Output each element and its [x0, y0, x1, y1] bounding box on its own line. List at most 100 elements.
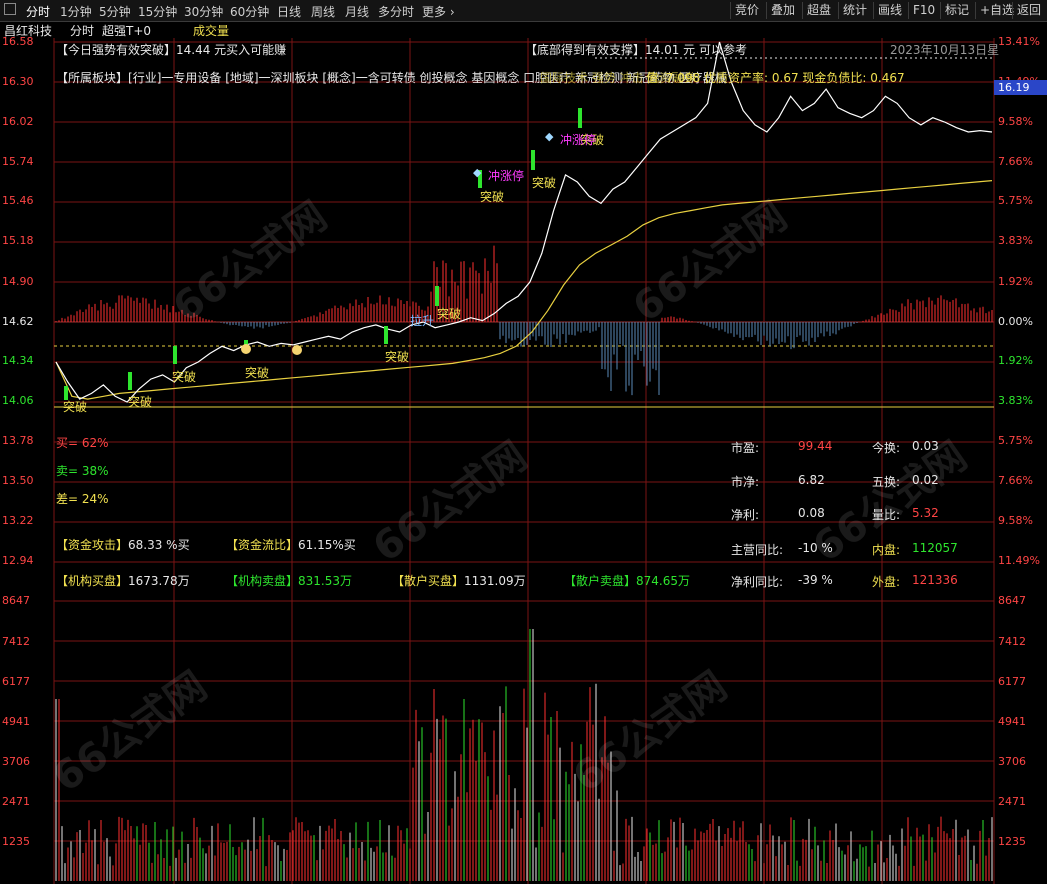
breakout-text: 14.44 元买入可能赚 [176, 43, 287, 57]
signal-breakout: 突破 [172, 370, 197, 384]
price-line [55, 41, 993, 403]
sell-strength: 卖= 38% [56, 464, 109, 478]
price-tick: 15.18 [2, 234, 34, 247]
volume-tick: 1235 [2, 835, 30, 848]
pct-tick: 7.66% [998, 474, 1033, 487]
date-label: 2023年10月13日星 [890, 43, 1000, 57]
diamond-icon: ◆ [545, 130, 554, 143]
inst-sell-label: 【机构卖盘】 [226, 574, 299, 588]
turnover5-label: 五换: [872, 475, 901, 489]
pct-tick: 5.75% [998, 194, 1033, 207]
breakout-prefix: 【今日强势有效突破】 [56, 43, 177, 57]
inner-label: 内盘: [872, 543, 901, 557]
signal-limit-up: 冲涨停 [560, 133, 597, 147]
price-tick: 14.34 [2, 354, 34, 367]
pct-tick: 13.41% [998, 35, 1040, 48]
retail-buy: 【散户买盘】1131.09万 [392, 572, 526, 589]
breakout-marker [435, 286, 439, 306]
price-tick: 14.90 [2, 275, 34, 288]
signal-marks [64, 108, 582, 400]
pct-tick: 1.92% [998, 354, 1033, 367]
turnover-value: 0.03 [912, 439, 939, 453]
volume-tick: 6177 [998, 675, 1026, 688]
volume-tick: 2471 [998, 795, 1026, 808]
breakout-marker [128, 372, 132, 390]
pe-value: 99.44 [798, 439, 833, 453]
volume-bars [55, 629, 993, 881]
volume-tick: 4941 [2, 715, 30, 728]
retail-sell-label: 【散户卖盘】 [564, 574, 637, 588]
outer-label: 外盘: [872, 575, 901, 589]
vol-ratio-label: 量比: [872, 508, 901, 522]
pct-tick: 3.83% [998, 394, 1033, 407]
buy-strength: 买= 62% [56, 436, 109, 450]
sector-prefix: 【所属板块】 [56, 71, 129, 85]
profit-value: 0.08 [798, 506, 825, 520]
support-annotation: 【底部得到有效支撑】14.01 元 可以参考 [525, 41, 747, 58]
profit-yoy-value: -39 % [798, 573, 833, 587]
inst-buy-label: 【机构买盘】 [56, 574, 129, 588]
capital-flow-value: 61.15%买 [298, 538, 356, 552]
diff-strength: 差= 24% [56, 492, 109, 506]
retail-buy-value: 1131.09万 [464, 574, 526, 588]
capital-attack-label: 【资金攻击】 [56, 538, 129, 552]
signal-breakout: 突破 [437, 307, 462, 321]
volume-tick: 6177 [2, 675, 30, 688]
signal-breakout: 突破 [480, 190, 505, 204]
profit-label: 净利: [731, 508, 760, 522]
inst-buy-value: 1673.78万 [128, 574, 190, 588]
support-text: 14.01 元 可以参考 [645, 43, 747, 57]
pct-tick: 1.92% [998, 275, 1033, 288]
volume-tick: 2471 [2, 795, 30, 808]
price-tick: 13.22 [2, 514, 34, 527]
inner-value: 112057 [912, 541, 958, 555]
turnover5-value: 0.02 [912, 473, 939, 487]
price-tick: 13.78 [2, 434, 34, 447]
price-lines [55, 41, 993, 403]
rev-yoy-label: 主营同比: [731, 543, 784, 557]
price-tick: 15.46 [2, 194, 34, 207]
signal-breakout: 突破 [63, 400, 88, 414]
price-tick: 16.30 [2, 75, 34, 88]
pct-tick: 0.00% [998, 315, 1033, 328]
volume-tick: 3706 [998, 755, 1026, 768]
pb-label: 市净: [731, 475, 760, 489]
price-tick: 16.58 [2, 35, 34, 48]
support-prefix: 【底部得到有效支撑】 [525, 43, 646, 57]
inst-sell: 【机构卖盘】831.53万 [226, 572, 352, 589]
breakout-marker [173, 346, 177, 364]
volume-tick: 3706 [2, 755, 30, 768]
capital-attack-value: 68.33 %买 [128, 538, 190, 552]
volume-tick: 7412 [2, 635, 30, 648]
diamond-icon: ◆ [473, 166, 482, 179]
pb-value: 6.82 [798, 473, 825, 487]
signal-breakout: 突破 [532, 176, 557, 190]
signal-pull-up: 拉升 [410, 314, 435, 328]
rev-yoy-value: -10 % [798, 541, 833, 555]
signal-breakout: 突破 [128, 395, 153, 409]
pct-tick: 7.66% [998, 155, 1033, 168]
price-tick: 13.50 [2, 474, 34, 487]
outer-value: 121336 [912, 573, 958, 587]
signal-limit-up: 冲涨停 [488, 169, 525, 183]
signal-breakout: 突破 [385, 350, 410, 364]
price-tick: 14.62 [2, 315, 34, 328]
coin-icon [292, 345, 302, 355]
vol-ratio-value: 5.32 [912, 506, 939, 520]
retail-sell-value: 874.65万 [636, 574, 691, 588]
volume-tick: 8647 [2, 594, 30, 607]
price-tick: 16.02 [2, 115, 34, 128]
turnover-label: 今换: [872, 441, 901, 455]
coin-icon [241, 344, 251, 354]
current-price-badge: 16.19 [994, 80, 1047, 95]
volume-tick: 8647 [998, 594, 1026, 607]
price-tick: 12.94 [2, 554, 34, 567]
price-tick: 14.06 [2, 394, 34, 407]
volume-tick: 7412 [998, 635, 1026, 648]
inst-sell-value: 831.53万 [298, 574, 353, 588]
profit-yoy-label: 净利同比: [731, 575, 784, 589]
breakout-marker [531, 150, 535, 170]
inst-buy: 【机构买盘】1673.78万 [56, 572, 190, 589]
value-annotation: 值: 7.098 优质资产率: 0.67 现金负债比: 0.467 [646, 71, 905, 85]
pct-tick: 3.83% [998, 234, 1033, 247]
